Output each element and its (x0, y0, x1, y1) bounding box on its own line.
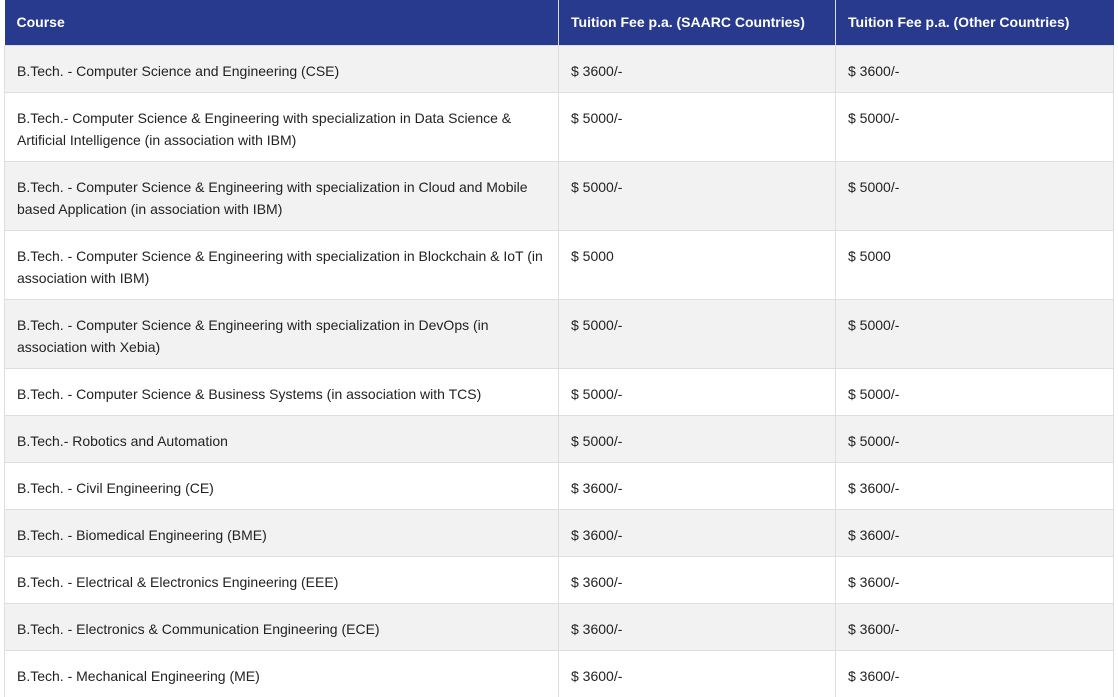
fee-saarc-cell: $ 5000/- (558, 91, 836, 161)
fee-saarc-cell: $ 3600/- (558, 44, 836, 92)
course-cell: B.Tech. - Computer Science and Engineeri… (4, 44, 559, 92)
fee-saarc-cell: $ 5000/- (558, 298, 836, 368)
course-cell: B.Tech. - Electrical & Electronics Engin… (4, 555, 559, 603)
table-row: B.Tech.- Robotics and Automation $ 5000/… (4, 414, 1114, 462)
fee-other-cell: $ 3600/- (835, 508, 1114, 556)
header-fee-other: Tuition Fee p.a. (Other Countries) (835, 0, 1114, 45)
fee-other-cell: $ 3600/- (835, 602, 1114, 650)
table-row: B.Tech. - Mechanical Engineering (ME) $ … (4, 649, 1114, 697)
fee-other-cell: $ 5000/- (835, 160, 1114, 230)
table-row: B.Tech. - Electrical & Electronics Engin… (4, 555, 1114, 603)
table-row: B.Tech. - Computer Science & Engineering… (4, 229, 1114, 299)
course-cell: B.Tech. - Computer Science & Business Sy… (4, 367, 559, 415)
course-cell: B.Tech.- Computer Science & Engineering … (4, 91, 559, 161)
fee-other-cell: $ 5000/- (835, 298, 1114, 368)
fee-other-cell: $ 3600/- (835, 461, 1114, 509)
table-row: B.Tech. - Computer Science & Business Sy… (4, 367, 1114, 415)
course-cell: B.Tech. - Computer Science & Engineering… (4, 229, 559, 299)
course-cell: B.Tech. - Computer Science & Engineering… (4, 160, 559, 230)
fee-other-cell: $ 3600/- (835, 555, 1114, 603)
table-body: B.Tech. - Computer Science and Engineeri… (4, 44, 1114, 697)
fee-saarc-cell: $ 5000/- (558, 367, 836, 415)
course-cell: B.Tech. - Biomedical Engineering (BME) (4, 508, 559, 556)
course-cell: B.Tech. - Computer Science & Engineering… (4, 298, 559, 368)
fee-saarc-cell: $ 3600/- (558, 555, 836, 603)
table-row: B.Tech. - Civil Engineering (CE) $ 3600/… (4, 461, 1114, 509)
fee-saarc-cell: $ 3600/- (558, 508, 836, 556)
fee-other-cell: $ 3600/- (835, 44, 1114, 92)
fee-saarc-cell: $ 5000 (558, 229, 836, 299)
header-fee-saarc: Tuition Fee p.a. (SAARC Countries) (558, 0, 836, 45)
fee-table-container: Course Tuition Fee p.a. (SAARC Countries… (4, 0, 1114, 697)
fee-saarc-cell: $ 3600/- (558, 602, 836, 650)
tuition-fee-table: Course Tuition Fee p.a. (SAARC Countries… (4, 0, 1114, 697)
table-row: B.Tech. - Computer Science & Engineering… (4, 298, 1114, 368)
fee-other-cell: $ 5000/- (835, 91, 1114, 161)
course-cell: B.Tech. - Civil Engineering (CE) (4, 461, 559, 509)
fee-saarc-cell: $ 5000/- (558, 414, 836, 462)
fee-saarc-cell: $ 5000/- (558, 160, 836, 230)
fee-saarc-cell: $ 3600/- (558, 461, 836, 509)
table-row: B.Tech. - Biomedical Engineering (BME) $… (4, 508, 1114, 556)
header-course: Course (4, 0, 559, 45)
course-cell: B.Tech.- Robotics and Automation (4, 414, 559, 462)
table-row: B.Tech. - Computer Science and Engineeri… (4, 44, 1114, 92)
table-row: B.Tech.- Computer Science & Engineering … (4, 91, 1114, 161)
course-cell: B.Tech. - Mechanical Engineering (ME) (4, 649, 559, 697)
fee-other-cell: $ 5000/- (835, 414, 1114, 462)
table-row: B.Tech. - Electronics & Communication En… (4, 602, 1114, 650)
table-row: B.Tech. - Computer Science & Engineering… (4, 160, 1114, 230)
table-header: Course Tuition Fee p.a. (SAARC Countries… (4, 0, 1114, 45)
fee-saarc-cell: $ 3600/- (558, 649, 836, 697)
fee-other-cell: $ 5000/- (835, 367, 1114, 415)
fee-other-cell: $ 3600/- (835, 649, 1114, 697)
fee-other-cell: $ 5000 (835, 229, 1114, 299)
header-row: Course Tuition Fee p.a. (SAARC Countries… (4, 0, 1114, 45)
course-cell: B.Tech. - Electronics & Communication En… (4, 602, 559, 650)
